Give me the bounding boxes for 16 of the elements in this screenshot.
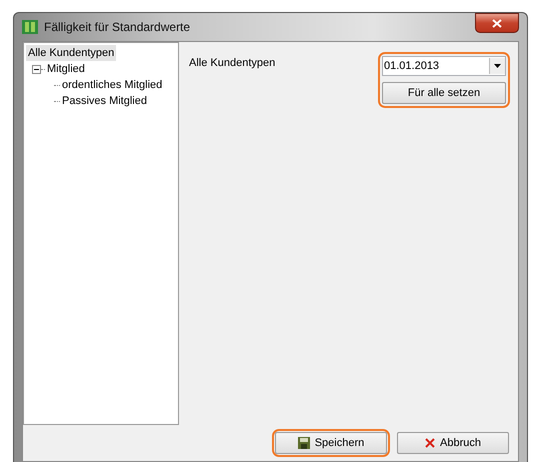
collapse-icon[interactable] [32,64,41,74]
caret-icon [494,64,501,68]
tree-item[interactable]: Passives Mitglied [60,93,149,109]
close-icon [425,438,435,448]
apply-all-button[interactable]: Für alle setzen [382,82,506,104]
close-button[interactable] [475,13,519,33]
save-button[interactable]: Speichern [275,432,387,454]
tree-item[interactable]: Alle Kundentypen [26,45,116,61]
tree-item[interactable]: ordentliches Mitglied [60,77,164,93]
cancel-button[interactable]: Abbruch [397,432,509,454]
close-icon [492,18,502,28]
tree-item[interactable]: Mitglied [45,61,87,77]
field-label: Alle Kundentypen [189,57,276,69]
app-icon [22,19,38,35]
date-dropdown[interactable]: 01.01.2013 [382,56,506,76]
window-title: Fälligkeit für Standardwerte [44,20,192,34]
